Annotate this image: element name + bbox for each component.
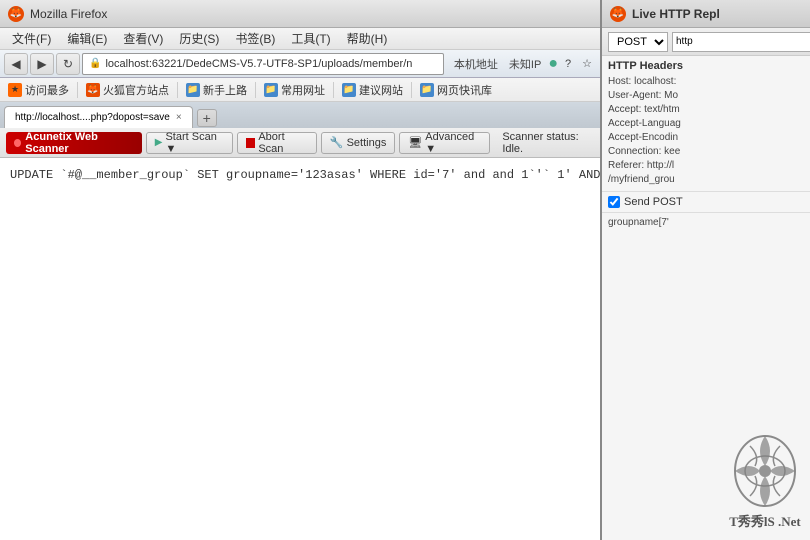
address-bar[interactable]: 🔒 localhost:63221/DedeCMS-V5.7-UTF8-SP1/… [82,53,444,75]
menu-edit[interactable]: 编辑(E) [59,28,115,49]
scanner-logo-text: Acunetix Web Scanner [25,131,133,155]
bookmark-divider-2 [255,82,256,98]
bookmark-label-3: 常用网址 [281,82,325,98]
new-tab-button[interactable]: + [197,109,217,127]
watermark-area: T秀秀lS .Net [725,431,805,530]
bookmark-divider-0 [77,82,78,98]
header-line-5: Connection: kee [608,145,804,159]
http-headers-section: HTTP Headers Host: localhost: User-Agent… [602,56,810,192]
play-icon: ▶ [155,137,163,148]
right-panel: 🦊 Live HTTP Repl POST GET HTTP Headers H… [600,0,810,540]
bookmark-label-4: 建议网站 [359,82,403,98]
send-post-row: Send POST [602,192,810,213]
watermark-text: T秀秀lS .Net [729,511,801,530]
bookmark-divider-3 [333,82,334,98]
bookmark-label-2: 新手上路 [203,82,247,98]
menu-tools[interactable]: 工具(T) [283,28,338,49]
http-headers-label: HTTP Headers [608,60,804,72]
send-post-label: Send POST [624,196,683,208]
bookmark-icon-4: 📁 [342,83,356,97]
start-scan-label: Start Scan ▼ [165,131,224,155]
tabbar: http://localhost....php?dopost=save × + [0,102,600,128]
bookmark-divider-4 [411,82,412,98]
local-address-btn[interactable]: 本机地址 [450,54,502,74]
right-panel-firefox-icon: 🦊 [610,6,626,22]
tab-close-button[interactable]: × [176,112,182,123]
watermark-tribal-svg [725,431,805,511]
header-line-1: User-Agent: Mo [608,89,804,103]
menu-file[interactable]: 文件(F) [4,28,59,49]
scanner-toolbar: Acunetix Web Scanner ▶ Start Scan ▼ Abor… [0,128,600,158]
right-panel-toolbar: POST GET [602,28,810,56]
settings-label: Settings [347,137,387,149]
main-content-area: UPDATE `#@__member_group` SET groupname=… [0,158,600,540]
menu-view[interactable]: 查看(V) [115,28,171,49]
tab-label: http://localhost....php?dopost=save [15,112,170,123]
menu-help[interactable]: 帮助(H) [339,28,396,49]
sql-query-text: UPDATE `#@__member_group` SET groupname=… [10,166,590,184]
browser-area: 🦊 Mozilla Firefox 文件(F) 编辑(E) 查看(V) 历史(S… [0,0,600,540]
titlebar: 🦊 Mozilla Firefox [0,0,600,28]
header-line-0: Host: localhost: [608,75,804,89]
bookmark-icon-1: 🦊 [86,83,100,97]
green-circle-indicator: ● [548,55,558,73]
scanner-status: Scanner status: Idle. [502,131,594,155]
scanner-logo-dot [14,139,21,147]
bookmarks-bar: ★ 访问最多 🦊 火狐官方站点 📁 新手上路 📁 常用网址 📁 建议网站 [0,78,600,102]
menu-history[interactable]: 历史(S) [171,28,227,49]
firefox-icon: 🦊 [8,6,24,22]
advanced-icon: 🖥 [408,136,422,149]
bookmark-common-sites[interactable]: 📁 常用网址 [264,82,325,98]
bookmark-most-visited[interactable]: ★ 访问最多 [8,82,69,98]
nav-extras: 本机地址 未知IP ● ? ☆ [450,54,596,74]
url-input[interactable] [672,32,810,52]
active-tab[interactable]: http://localhost....php?dopost=save × [4,106,193,128]
address-text: localhost:63221/DedeCMS-V5.7-UTF8-SP1/up… [105,58,436,70]
unknown-ip-btn[interactable]: 未知IP [505,54,545,74]
right-panel-titlebar: 🦊 Live HTTP Repl [602,0,810,28]
bookmark-divider-1 [177,82,178,98]
bookmark-icon-2: 📁 [186,83,200,97]
right-panel-title: Live HTTP Repl [632,7,720,21]
titlebar-title: Mozilla Firefox [30,7,107,21]
header-line-3: Accept-Languag [608,117,804,131]
header-line-7: /myfriend_grou [608,173,804,187]
bookmark-icon-3: 📁 [264,83,278,97]
settings-icon: 🔧 [330,136,344,149]
abort-scan-button[interactable]: Abort Scan [237,132,317,154]
navbar: ◀ ▶ ↻ 🔒 localhost:63221/DedeCMS-V5.7-UTF… [0,50,600,78]
post-body-text: groupname[7' [608,217,669,228]
back-button[interactable]: ◀ [4,53,28,75]
start-scan-button[interactable]: ▶ Start Scan ▼ [146,132,233,154]
advanced-label: Advanced ▼ [425,131,481,155]
secure-icon: 🔒 [89,58,101,69]
advanced-button[interactable]: 🖥 Advanced ▼ [399,132,490,154]
forward-button[interactable]: ▶ [30,53,54,75]
refresh-button[interactable]: ↻ [56,53,80,75]
star-btn[interactable]: ☆ [578,55,596,72]
bookmark-news-lib[interactable]: 📁 网页快讯库 [420,82,492,98]
bookmark-label-0: 访问最多 [25,82,69,98]
bookmark-icon-0: ★ [8,83,22,97]
send-post-checkbox[interactable] [608,196,620,208]
http-method-select[interactable]: POST GET [608,32,668,52]
bookmark-icon-5: 📁 [420,83,434,97]
menubar: 文件(F) 编辑(E) 查看(V) 历史(S) 书签(B) 工具(T) 帮助(H… [0,28,600,50]
settings-button[interactable]: 🔧 Settings [321,132,395,154]
bookmark-suggested[interactable]: 📁 建议网站 [342,82,403,98]
stop-icon [246,138,255,148]
scanner-logo: Acunetix Web Scanner [6,132,142,154]
abort-scan-label: Abort Scan [258,131,308,155]
menu-bookmarks[interactable]: 书签(B) [227,28,283,49]
header-line-2: Accept: text/htm [608,103,804,117]
bookmark-new-user[interactable]: 📁 新手上路 [186,82,247,98]
header-line-4: Accept-Encodin [608,131,804,145]
header-line-6: Referer: http://l [608,159,804,173]
help-btn[interactable]: ? [561,56,575,72]
bookmark-label-5: 网页快讯库 [437,82,492,98]
bookmark-label-1: 火狐官方站点 [103,82,169,98]
bookmark-firefox-official[interactable]: 🦊 火狐官方站点 [86,82,169,98]
